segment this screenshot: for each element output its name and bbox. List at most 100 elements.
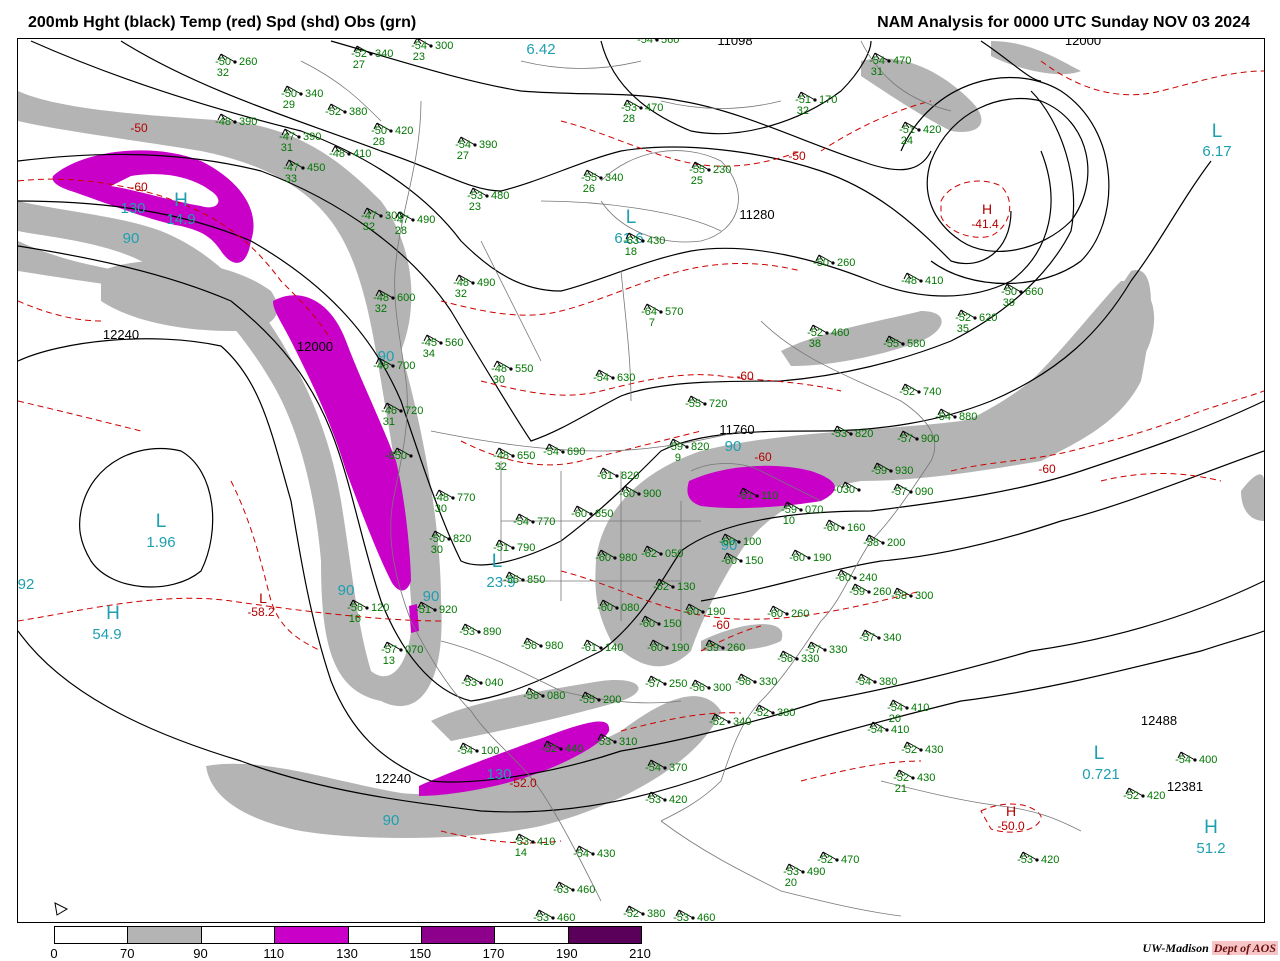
speed-label: 90 [383,812,400,829]
center-letter: H [1006,803,1016,819]
jet-gray-pacific [101,260,278,331]
station-height: 460 [697,912,715,922]
station-dewpoint: 35 [957,323,969,335]
station-temp: -60 [823,522,839,534]
legend-swatch-6 [495,927,569,943]
credit-label: UW-Madison Dept of AOS [1143,941,1278,956]
legend-swatch-1 [128,927,202,943]
central-america [660,820,902,917]
station-temp: -57 [891,486,907,498]
station-height: 790 [517,542,535,554]
station-height: 300 [915,590,933,602]
station-temp: -54 [1175,754,1191,766]
center-value: 0.721 [1082,766,1120,783]
temp-label: -60 [712,618,730,632]
station-height: 230 [713,164,731,176]
station-height: 340 [375,48,393,60]
station-height: 600 [397,292,415,304]
station-dewpoint: 32 [495,461,507,473]
station-dewpoint: 32 [797,105,809,117]
station-height: 340 [883,632,901,644]
station-temp: -52 [709,716,725,728]
station-temp: -60 [619,488,635,500]
station-temp: -54 [645,762,661,774]
station-dewpoint: 21 [895,783,907,795]
station-height: 430 [647,235,665,247]
station-temp: -60 [683,606,699,618]
weather-map: 12240 12000 11760 11280 11098 12000 12240 12488… [17,38,1265,923]
station-height: 430 [597,848,615,860]
station-height: 190 [707,606,725,618]
station-height: 460 [831,327,849,339]
station-temp: -56 [735,676,751,688]
station-height: 260 [791,608,809,620]
station-height: 090 [915,486,933,498]
temp-label: -52.0 [509,776,537,790]
station-dewpoint: 23 [413,51,425,63]
station-height: 400 [1199,754,1217,766]
station-height: 490 [807,866,825,878]
speed-label: 90 [338,582,355,599]
station-temp: -59 [849,586,865,598]
station-temp: -60 [595,552,611,564]
station-height: 430 [917,772,935,784]
center-letter: L [492,551,503,572]
height-label: 12240 [103,327,139,342]
station-height: 620 [979,312,997,324]
station-dewpoint: 20 [785,877,797,889]
station-dewpoint: 27 [457,150,469,162]
station-dewpoint: 38 [809,338,821,350]
station-temp: -57 [645,678,661,690]
station-height: 040 [485,677,503,689]
station-height: 700 [397,360,415,372]
station-height: 470 [645,102,663,114]
station-temp: -54 [573,848,589,860]
station-height: 820 [621,470,639,482]
station-height: 630 [617,372,635,384]
height-north-arc [600,40,872,135]
station-height: 240 [859,572,877,584]
temp-contour-sw2 [18,400,142,432]
height-label: 11280 [739,207,774,222]
station-height: 100 [481,745,499,757]
height-label: 12000 [297,339,333,354]
temp-contour-central [480,374,842,396]
station-dewpoint: 10 [783,515,795,527]
station-height: 250 [669,678,687,690]
station-dewpoint: 18 [625,246,637,258]
station-dewpoint: 24 [901,135,913,147]
station-height: 120 [371,602,389,614]
station-height: 140 [605,642,623,654]
station-height: 490 [417,214,435,226]
station-temp: -60 [721,555,737,567]
station-height: 080 [547,690,565,702]
station-dewpoint: 34 [423,348,435,360]
center-value: -60 [754,450,772,464]
station-temp: -56 [777,653,793,665]
station-height: 650 [517,450,535,462]
temp-label: -50 [788,149,806,163]
station-temp: -52 [817,854,833,866]
station-temp: -53 [533,912,549,922]
station-temp: -58 [891,590,907,602]
legend-tick-90: 90 [193,946,208,961]
station-height: 560 [445,337,463,349]
station-temp: -53 [461,677,477,689]
station-dewpoint: 25 [691,175,703,187]
station-temp: -52 [899,386,915,398]
station-dewpoint: 33 [285,173,297,185]
station-temp: -51 [493,542,509,554]
station-height: 170 [819,94,837,106]
station-dewpoint: 27 [353,59,365,71]
station-height: 450 [307,162,325,174]
center-letter: H [982,201,992,217]
station-temp: -030 [833,484,855,496]
height-label: 11098 [717,39,752,48]
station-temp: -60 [835,572,851,584]
station-temp: -56 [521,640,537,652]
height-label: 12381 [1167,779,1203,794]
legend-swatch-0 [55,927,129,943]
station-temp: -62 [653,581,669,593]
station-temp: -48 [329,148,345,160]
center-letter: L [156,511,167,532]
